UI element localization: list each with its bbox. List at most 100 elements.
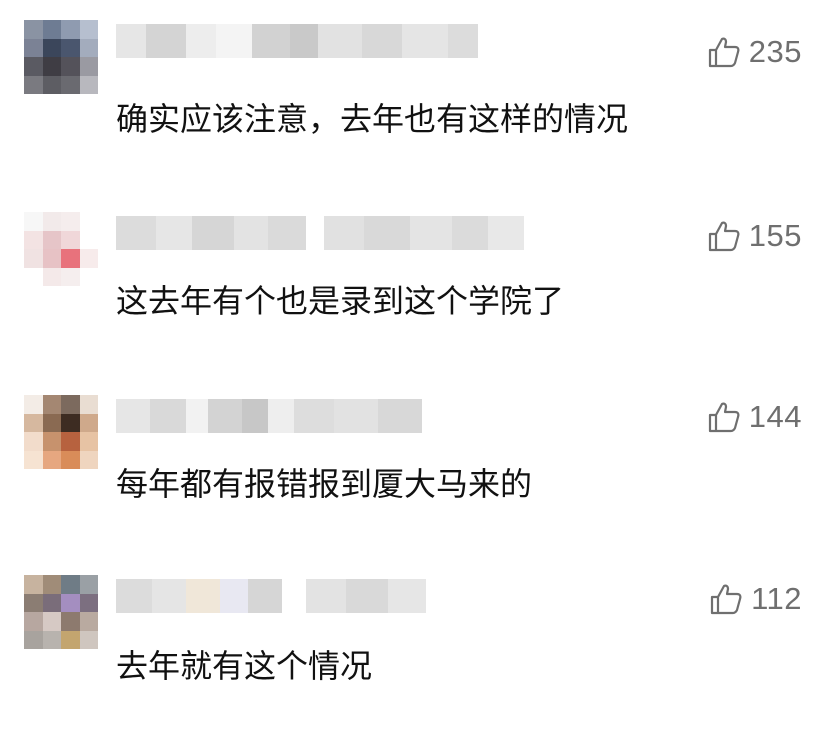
username-blurred[interactable] [116, 216, 524, 250]
username-blur-block [216, 24, 252, 58]
avatar-pixel [24, 593, 43, 612]
username-blur-block [378, 399, 422, 433]
avatar[interactable] [24, 20, 98, 94]
avatar-pixel [61, 267, 80, 286]
avatar-pixel [42, 230, 61, 249]
avatar[interactable] [24, 395, 98, 469]
avatar-pixel [79, 75, 98, 94]
comment-item: 235 确实应该注意，去年也有这样的情况 [0, 20, 820, 200]
like-button[interactable]: 112 [709, 579, 802, 619]
avatar-pixel [79, 630, 98, 649]
username-blur-block [268, 399, 294, 433]
avatar-pixel [42, 413, 61, 432]
comment-item: 112 去年就有这个情况 [0, 575, 820, 755]
like-count: 235 [748, 34, 802, 69]
like-count: 112 [751, 581, 802, 616]
username-blur-block [488, 216, 524, 250]
avatar-pixel [61, 212, 80, 231]
avatar-pixel [79, 267, 98, 286]
username-blur-block [452, 216, 488, 250]
avatar-pixel [24, 20, 43, 39]
avatar-pixel [61, 450, 80, 469]
avatar-pixel [24, 38, 43, 57]
avatar-pixel [61, 413, 80, 432]
username-blur-block [388, 579, 426, 613]
username-blur-block [290, 24, 318, 58]
username-blur-block [186, 399, 208, 433]
username-blur-block [192, 216, 234, 250]
avatar-pixel [42, 38, 61, 57]
avatar-pixel [24, 230, 43, 249]
avatar-pixel [24, 575, 43, 594]
avatar-pixel [79, 249, 98, 268]
avatar-pixel [79, 612, 98, 631]
avatar[interactable] [24, 212, 98, 286]
thumbs-up-icon [708, 37, 740, 68]
avatar-pixel [42, 267, 61, 286]
avatar-pixel [79, 38, 98, 57]
avatar-pixel [61, 612, 80, 631]
comment-text: 确实应该注意，去年也有这样的情况 [116, 100, 629, 138]
avatar-pixel [24, 395, 43, 414]
avatar-pixel [24, 57, 43, 76]
avatar-pixel [79, 230, 98, 249]
username-blur-block [252, 24, 290, 58]
like-button[interactable]: 235 [707, 32, 802, 72]
avatar-pixel [24, 267, 43, 286]
username-blurred[interactable] [116, 24, 478, 58]
avatar-pixel [79, 212, 98, 231]
username-blur-block [234, 216, 268, 250]
username-blur-block [150, 399, 186, 433]
username-blur-block [402, 24, 448, 58]
username-blur-block [306, 216, 324, 250]
avatar-pixel [61, 249, 80, 268]
avatar[interactable] [24, 575, 98, 649]
avatar-pixel [61, 38, 80, 57]
avatar-pixel [24, 413, 43, 432]
avatar-pixel [79, 57, 98, 76]
avatar-pixel [42, 575, 61, 594]
avatar-pixel [42, 395, 61, 414]
username-blur-block [116, 216, 156, 250]
username-blur-block [268, 216, 306, 250]
comment-item: 144 每年都有报错报到厦大马来的 [0, 395, 820, 575]
like-count: 155 [748, 218, 802, 253]
comment-text: 这去年有个也是录到这个学院了 [116, 282, 565, 320]
username-blurred[interactable] [116, 399, 422, 433]
avatar-pixel [61, 20, 80, 39]
avatar-pixel [42, 593, 61, 612]
avatar-pixel [61, 593, 80, 612]
username-blur-block [318, 24, 362, 58]
username-blur-block [324, 216, 364, 250]
username-blur-block [116, 579, 152, 613]
like-button[interactable]: 144 [707, 397, 802, 437]
avatar-pixel [24, 432, 43, 451]
username-blur-block [220, 579, 248, 613]
username-blur-block [208, 399, 242, 433]
avatar-pixel [42, 450, 61, 469]
thumbs-up-icon [710, 584, 742, 615]
avatar-pixel [61, 575, 80, 594]
avatar-pixel [42, 630, 61, 649]
username-blur-block [448, 24, 478, 58]
comment-text: 每年都有报错报到厦大马来的 [116, 465, 533, 503]
avatar-pixel [24, 612, 43, 631]
avatar-pixel [61, 395, 80, 414]
avatar-pixel [61, 432, 80, 451]
avatar-pixel [24, 630, 43, 649]
avatar-pixel [61, 57, 80, 76]
avatar-pixel [42, 249, 61, 268]
username-blur-block [410, 216, 452, 250]
avatar-pixel [42, 75, 61, 94]
username-blur-block [116, 24, 146, 58]
avatar-pixel [24, 249, 43, 268]
username-blur-block [248, 579, 282, 613]
avatar-pixel [79, 432, 98, 451]
avatar-pixel [42, 212, 61, 231]
avatar-pixel [24, 212, 43, 231]
like-button[interactable]: 155 [707, 216, 802, 256]
avatar-pixel [24, 75, 43, 94]
like-count: 144 [748, 399, 802, 434]
avatar-pixel [42, 20, 61, 39]
username-blurred[interactable] [116, 579, 426, 613]
